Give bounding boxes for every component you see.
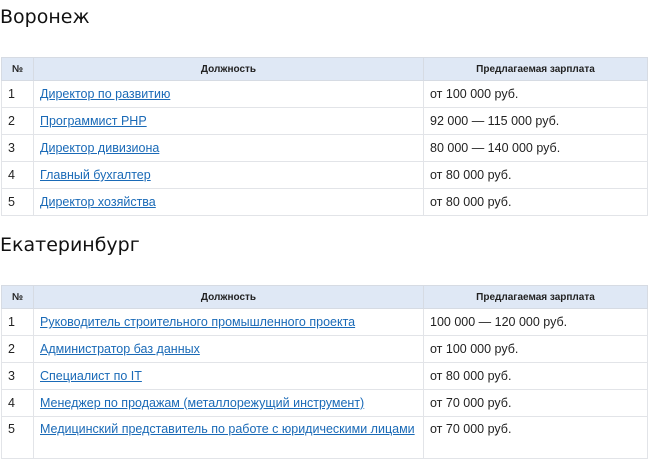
row-number: 5 xyxy=(1,188,34,216)
vacancy-link[interactable]: Руководитель строительного промышленного… xyxy=(40,315,355,329)
table-row: 4 Главный бухгалтер от 80 000 руб. xyxy=(1,161,648,189)
salary-cell: от 70 000 руб. xyxy=(423,389,648,417)
table-row: 3 Специалист по IT от 80 000 руб. xyxy=(1,362,648,390)
position-cell: Менеджер по продажам (металлорежущий инс… xyxy=(33,389,424,417)
vacancy-link[interactable]: Медицинский представитель по работе с юр… xyxy=(40,422,415,436)
position-cell: Директор по развитию xyxy=(33,80,424,108)
table-row: 1 Руководитель строительного промышленно… xyxy=(1,308,648,336)
vacancies-table-voronezh: № Должность Предлагаемая зарплата 1 Дире… xyxy=(1,57,648,216)
vacancy-link[interactable]: Директор дивизиона xyxy=(40,141,159,155)
vacancy-link[interactable]: Менеджер по продажам (металлорежущий инс… xyxy=(40,396,364,410)
salary-cell: 100 000 — 120 000 руб. xyxy=(423,308,648,336)
vacancy-link[interactable]: Главный бухгалтер xyxy=(40,168,151,182)
salary-cell: от 80 000 руб. xyxy=(423,188,648,216)
vacancy-link[interactable]: Администратор баз данных xyxy=(40,342,200,356)
table-row: 5 Медицинский представитель по работе с … xyxy=(1,416,648,459)
column-header-position: Должность xyxy=(33,285,424,309)
column-header-salary: Предлагаемая зарплата xyxy=(423,57,648,81)
salary-cell: 92 000 — 115 000 руб. xyxy=(423,107,648,135)
row-number: 5 xyxy=(1,416,34,459)
table-row: 4 Менеджер по продажам (металлорежущий и… xyxy=(1,389,648,417)
table-row: 2 Администратор баз данных от 100 000 ру… xyxy=(1,335,648,363)
row-number: 4 xyxy=(1,161,34,189)
city-heading-voronezh: Воронеж xyxy=(0,6,90,28)
table-row: 5 Директор хозяйства от 80 000 руб. xyxy=(1,188,648,216)
vacancies-table-yekaterinburg: № Должность Предлагаемая зарплата 1 Руко… xyxy=(1,285,648,459)
column-header-number: № xyxy=(1,57,34,81)
position-cell: Администратор баз данных xyxy=(33,335,424,363)
row-number: 3 xyxy=(1,134,34,162)
row-number: 2 xyxy=(1,335,34,363)
table-header-row: № Должность Предлагаемая зарплата xyxy=(1,57,648,81)
position-cell: Директор дивизиона xyxy=(33,134,424,162)
position-cell: Директор хозяйства xyxy=(33,188,424,216)
salary-cell: от 80 000 руб. xyxy=(423,161,648,189)
salary-cell: от 100 000 руб. xyxy=(423,335,648,363)
vacancy-link[interactable]: Директор по развитию xyxy=(40,87,170,101)
row-number: 3 xyxy=(1,362,34,390)
row-number: 1 xyxy=(1,308,34,336)
row-number: 2 xyxy=(1,107,34,135)
position-cell: Главный бухгалтер xyxy=(33,161,424,189)
table-row: 2 Программист PHP 92 000 — 115 000 руб. xyxy=(1,107,648,135)
column-header-position: Должность xyxy=(33,57,424,81)
salary-cell: 80 000 — 140 000 руб. xyxy=(423,134,648,162)
row-number: 4 xyxy=(1,389,34,417)
salary-cell: от 70 000 руб. xyxy=(423,416,648,459)
table-row: 1 Директор по развитию от 100 000 руб. xyxy=(1,80,648,108)
position-cell: Программист PHP xyxy=(33,107,424,135)
table-header-row: № Должность Предлагаемая зарплата xyxy=(1,285,648,309)
position-cell: Специалист по IT xyxy=(33,362,424,390)
position-cell: Медицинский представитель по работе с юр… xyxy=(33,416,424,459)
table-row: 3 Директор дивизиона 80 000 — 140 000 ру… xyxy=(1,134,648,162)
column-header-salary: Предлагаемая зарплата xyxy=(423,285,648,309)
vacancy-link[interactable]: Программист PHP xyxy=(40,114,147,128)
row-number: 1 xyxy=(1,80,34,108)
position-cell: Руководитель строительного промышленного… xyxy=(33,308,424,336)
column-header-number: № xyxy=(1,285,34,309)
vacancy-link[interactable]: Специалист по IT xyxy=(40,369,142,383)
city-heading-yekaterinburg: Екатеринбург xyxy=(0,234,140,256)
vacancy-link[interactable]: Директор хозяйства xyxy=(40,195,156,209)
salary-cell: от 80 000 руб. xyxy=(423,362,648,390)
salary-cell: от 100 000 руб. xyxy=(423,80,648,108)
